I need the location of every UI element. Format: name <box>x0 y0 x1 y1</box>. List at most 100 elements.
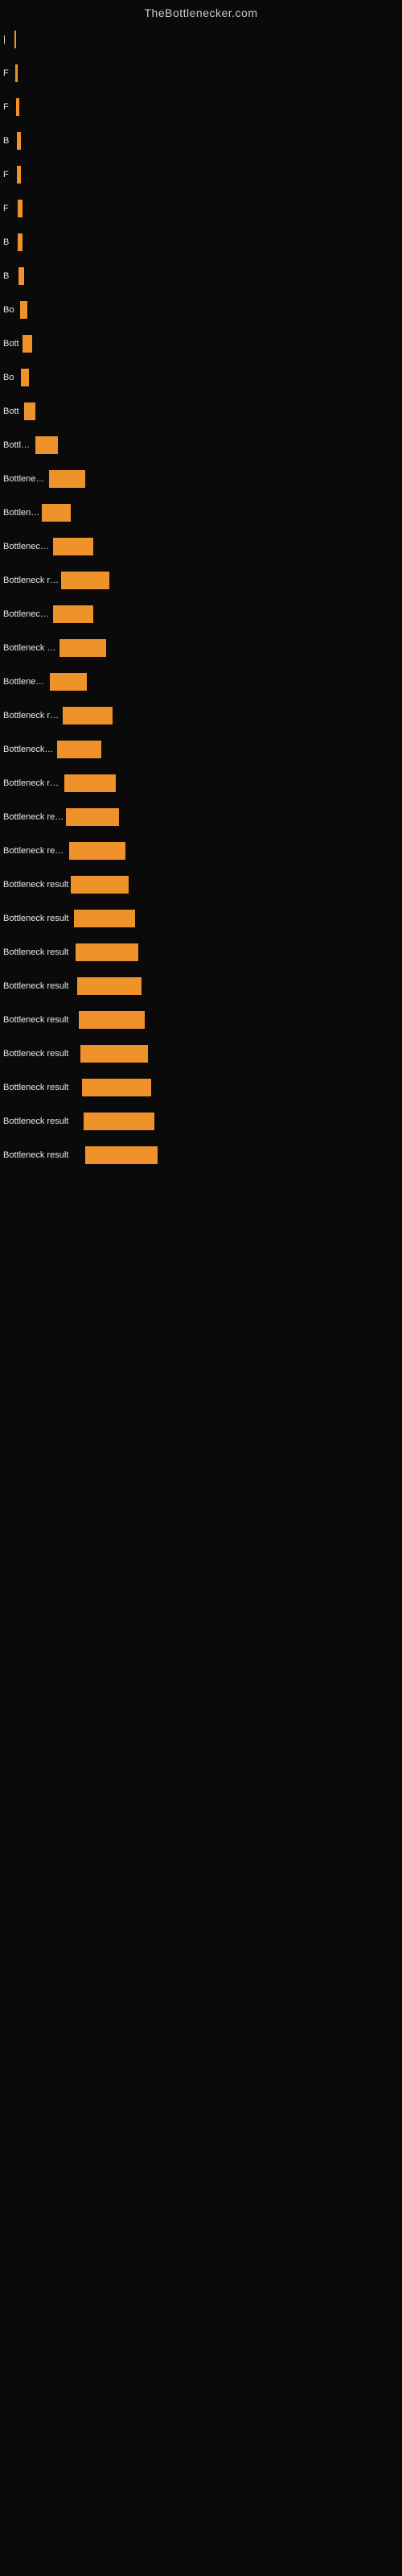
bar <box>16 98 19 116</box>
site-title: TheBottlenecker.com <box>0 0 402 23</box>
bar-row-wrap: Bott <box>0 394 402 428</box>
bar-row: F <box>3 95 399 119</box>
bar-row: Bottleneck result <box>3 873 399 897</box>
bar <box>57 741 101 758</box>
bar <box>61 572 109 589</box>
bar-row-wrap: B <box>0 259 402 293</box>
bar-row: Bottleneck resul <box>3 636 399 660</box>
bar-row-wrap: Bottlene <box>0 428 402 462</box>
bar-row-wrap: Bottleneck result <box>0 1138 402 1172</box>
bar <box>23 335 32 353</box>
bar-row: Bottleneck result <box>3 1008 399 1032</box>
bar-row: | <box>3 27 399 52</box>
bar <box>85 1146 158 1164</box>
bar-label: F <box>3 204 16 213</box>
bar <box>63 707 113 724</box>
bar-label: Bott <box>3 407 23 416</box>
bar-row: B <box>3 264 399 288</box>
bar <box>21 369 29 386</box>
bar-label: F <box>3 170 15 180</box>
bar-label: Bottleneck result <box>3 1117 82 1126</box>
bar-row: Bottleneck result <box>3 839 399 863</box>
bar-row-wrap: Bottleneck res <box>0 597 402 631</box>
bar-row: Bottleneck result <box>3 1109 399 1133</box>
bar-label: Bottleneck result <box>3 880 69 890</box>
bar <box>24 402 35 420</box>
bar-label: Bottlene <box>3 440 34 450</box>
bar-row-wrap: Bottleneck result <box>0 1071 402 1104</box>
bar-label: Bottleneck result <box>3 981 76 991</box>
bar-label: Bottleneck result <box>3 1049 79 1059</box>
bar-label: Bottleneck res <box>3 609 51 619</box>
bar <box>79 1011 145 1029</box>
bar-label: Bottleneck re <box>3 474 47 484</box>
bar-row-wrap: Bottleneck result <box>0 1003 402 1037</box>
bar-row-wrap: B <box>0 225 402 259</box>
bar-label: B <box>3 136 15 146</box>
bar-row-wrap: B <box>0 124 402 158</box>
bar-row-wrap: F <box>0 158 402 192</box>
bar-row-wrap: Bottleneck result <box>0 800 402 834</box>
bar <box>66 808 119 826</box>
bar-row: Bottleneck result <box>3 940 399 964</box>
bar-label: B <box>3 237 16 247</box>
bar-row-wrap: Bottleneck result <box>0 699 402 733</box>
bar <box>35 436 58 454</box>
bar <box>50 673 87 691</box>
bar-row: Bottleneck result <box>3 805 399 829</box>
bar-row: Bottleneck result <box>3 1042 399 1066</box>
bar-row-wrap: Bottleneck res <box>0 530 402 564</box>
bar <box>71 876 129 894</box>
bar-row-wrap: Bottleneck <box>0 496 402 530</box>
bar-label: Bottleneck result <box>3 846 68 856</box>
bar-row: Bottleneck res <box>3 602 399 626</box>
bar-row-wrap: Bottleneck result <box>0 1037 402 1071</box>
bar-label: | <box>3 35 13 44</box>
bar-row-wrap: F <box>0 192 402 225</box>
bar <box>80 1045 148 1063</box>
bar <box>17 132 21 150</box>
bar-row-wrap: Bottleneck resul <box>0 631 402 665</box>
bar <box>18 233 23 251</box>
bar-row: Bottleneck result <box>3 568 399 592</box>
bar-row-wrap: Bottleneck result <box>0 969 402 1003</box>
bar <box>42 504 71 522</box>
bar-row-wrap: F <box>0 56 402 90</box>
chart-area: | F F B F F B B Bo Bott Bo Bott Bottlene Bottleneck r… <box>0 23 402 1172</box>
bar <box>20 301 27 319</box>
bar <box>82 1079 151 1096</box>
bar-row: Bottleneck result <box>3 704 399 728</box>
bar <box>53 605 93 623</box>
bar <box>17 166 21 184</box>
bar-row: Bott <box>3 332 399 356</box>
bar-row: Bottleneck result <box>3 906 399 931</box>
bar <box>53 538 93 555</box>
bar-label: Bottleneck result <box>3 711 61 720</box>
bar-row: Bottlene <box>3 433 399 457</box>
bar-label: Bottleneck res <box>3 542 51 551</box>
bar-row: Bottleneck res <box>3 535 399 559</box>
bar-label: Bottleneck <box>3 508 40 518</box>
bar <box>64 774 116 792</box>
bar-label: Bottleneck resul <box>3 643 58 653</box>
bar-row-wrap: Bottleneck result <box>0 766 402 800</box>
bar-row: F <box>3 163 399 187</box>
bar-label: Bottleneck result <box>3 1015 77 1025</box>
bar-row-wrap: Bottleneck resu <box>0 733 402 766</box>
bar-label: Bottleneck resu <box>3 745 55 754</box>
bar <box>74 910 135 927</box>
bar-label: Bo <box>3 305 18 315</box>
bar-row: Bottleneck result <box>3 771 399 795</box>
bar-row: Bottleneck <box>3 501 399 525</box>
bar-label: Bottleneck result <box>3 778 63 788</box>
bar <box>69 842 125 860</box>
bar-row-wrap: Bottleneck re <box>0 665 402 699</box>
bar-row-wrap: Bottleneck result <box>0 1104 402 1138</box>
bar-label: F <box>3 68 14 78</box>
bar-row: Bottleneck re <box>3 467 399 491</box>
bar-label: Bottleneck re <box>3 677 48 687</box>
bar-row-wrap: Bottleneck result <box>0 868 402 902</box>
bar-row-wrap: Bottleneck result <box>0 564 402 597</box>
bar-label: Bo <box>3 373 19 382</box>
bar <box>14 31 16 48</box>
